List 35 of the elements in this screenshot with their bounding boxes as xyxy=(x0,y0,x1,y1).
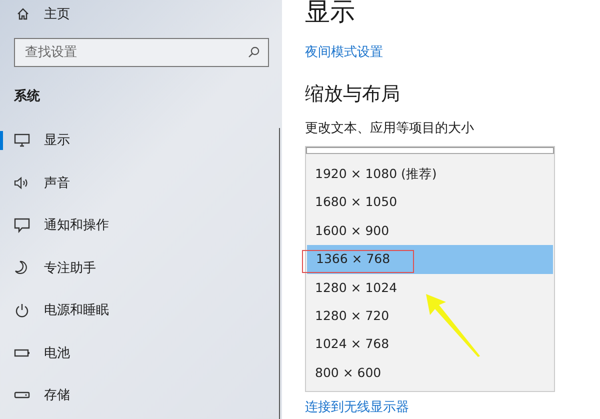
sidebar-item[interactable]: 电池 xyxy=(0,332,274,374)
section-heading: 缩放与布局 xyxy=(305,82,401,107)
sidebar-item[interactable]: 电源和睡眠 xyxy=(0,289,274,332)
wireless-display-link[interactable]: 连接到无线显示器 xyxy=(305,398,409,416)
speaker-icon xyxy=(14,176,30,190)
message-icon xyxy=(14,218,30,233)
page-title: 显示 xyxy=(305,0,356,27)
dropdown-option[interactable]: 1680 × 1050 xyxy=(306,188,554,217)
home-icon xyxy=(16,7,30,21)
search-field[interactable]: 查找设置 xyxy=(14,38,269,67)
dropdown-field[interactable] xyxy=(306,147,554,154)
moon-icon xyxy=(14,260,30,276)
sidebar-item[interactable]: 通知和操作 xyxy=(0,204,274,246)
dropdown-option[interactable]: 1600 × 900 xyxy=(306,216,554,246)
storage-icon xyxy=(14,390,30,400)
scrollbar[interactable] xyxy=(278,128,280,419)
sidebar-item[interactable]: 显示 xyxy=(0,119,274,162)
night-mode-link[interactable]: 夜间模式设置 xyxy=(305,43,383,61)
battery-icon xyxy=(14,348,30,358)
dropdown-option[interactable]: 1366 × 768 xyxy=(307,245,553,274)
sidebar-item[interactable]: 声音 xyxy=(0,162,274,204)
dropdown-option[interactable]: 1024 × 768 xyxy=(306,330,554,359)
section-heading: 系统 xyxy=(13,88,41,106)
sidebar-item[interactable]: 专注助手 xyxy=(0,246,274,289)
home-link[interactable]: 主页 xyxy=(0,0,282,24)
sidebar-item[interactable]: 存储 xyxy=(0,374,274,416)
resolution-dropdown-list[interactable]: 1920 × 1080 (推荐) 1680 × 1050 1600 × 900 1366 × 768 1280 × 1024 1280 × 720 1024 × 768 800 × 600 xyxy=(305,146,555,392)
dropdown-option[interactable]: 1280 × 720 xyxy=(306,302,554,330)
dropdown-option[interactable]: 1920 × 1080 (推荐) xyxy=(306,160,554,188)
search-icon xyxy=(248,46,260,58)
power-icon xyxy=(14,302,30,318)
monitor-icon xyxy=(14,133,30,148)
dropdown-option[interactable]: 800 × 600 xyxy=(306,358,554,388)
dropdown-option[interactable]: 1280 × 1024 xyxy=(306,274,554,302)
field-label: 更改文本、应用等项目的大小 xyxy=(305,120,475,137)
